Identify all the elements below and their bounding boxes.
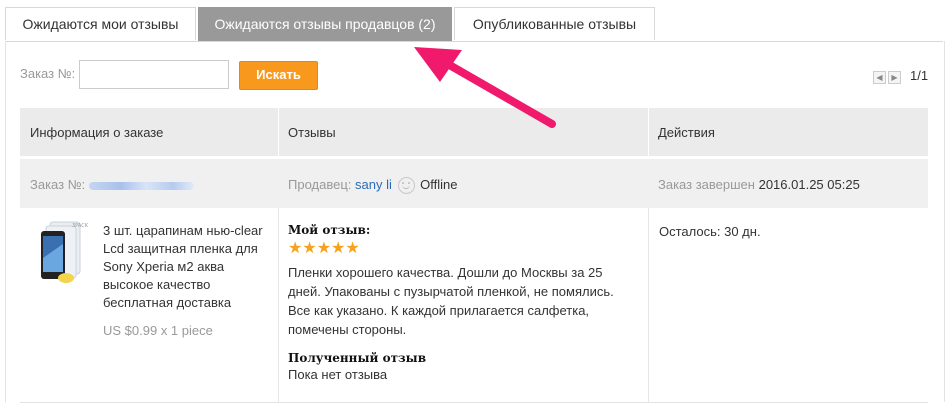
my-review-heading: Мой отзыв: — [288, 223, 371, 237]
seller-name-link[interactable]: sany li — [355, 177, 392, 192]
tab-published-reviews[interactable]: Опубликованные отзывы — [454, 7, 655, 40]
time-remaining: Осталось: 30 дн. — [659, 224, 761, 239]
my-review-text: Пленки хорошего качества. Дошли до Москв… — [288, 265, 614, 337]
order-status-label: Заказ завершен — [658, 177, 755, 192]
search-button[interactable]: Искать — [239, 61, 318, 90]
page-indicator: 1/1 — [910, 68, 929, 83]
order-number-label: Заказ №: — [20, 66, 76, 81]
product-thumbnail[interactable]: 3PACK — [36, 218, 88, 290]
order-status: Заказ завершен 2016.01.25 05:25 — [658, 177, 860, 192]
prev-page-icon[interactable]: ◀ — [873, 71, 886, 85]
product-price: US $0.99 x 1 piece — [103, 323, 213, 338]
order-number: Заказ №: — [30, 177, 194, 192]
next-page-icon[interactable]: ▶ — [888, 71, 901, 85]
order-number-redacted[interactable] — [88, 181, 194, 190]
chat-smiley-icon[interactable] — [397, 177, 415, 195]
header-divider — [278, 108, 279, 156]
order-number-input[interactable] — [79, 60, 229, 89]
review-block: Мой отзыв: ★★★★★ Пленки хорошего качеств… — [288, 223, 638, 384]
column-divider — [648, 208, 649, 402]
tab-my-pending-reviews[interactable]: Ожидаются мои отзывы — [5, 7, 196, 40]
seller-label: Продавец: — [288, 177, 352, 192]
tab-seller-pending-reviews[interactable]: Ожидаются отзывы продавцов (2) — [198, 7, 452, 41]
seller-info: Продавец: sany li Offline — [288, 177, 458, 195]
header-divider — [648, 108, 649, 156]
tab-bar: Ожидаются мои отзывы Ожидаются отзывы пр… — [5, 7, 943, 42]
received-review-text: Пока нет отзыва — [288, 367, 388, 382]
svg-text:3PACK: 3PACK — [72, 223, 88, 229]
column-divider — [278, 208, 279, 402]
received-review-heading: Полученный отзыв — [288, 351, 427, 365]
table-header: Информация о заказе Отзывы Действия — [20, 108, 928, 156]
rating-stars-icon: ★★★★★ — [288, 240, 360, 257]
product-title-link[interactable]: 3 шт. царапинам нью-clear Lcd защитная п… — [103, 222, 275, 312]
order-summary-row: Заказ №: Продавец: sany li Offline Заказ… — [20, 159, 928, 208]
order-number-label: Заказ №: — [30, 177, 86, 192]
table-row: 3PACK 3 шт. царапинам нью-clear Lcd защи… — [20, 208, 928, 403]
order-status-date: 2016.01.25 05:25 — [758, 177, 860, 192]
seller-status: Offline — [420, 177, 458, 192]
pagination: ◀ ▶ — [873, 69, 903, 85]
header-reviews: Отзывы — [288, 125, 336, 140]
header-order-info: Информация о заказе — [30, 125, 164, 140]
header-actions: Действия — [658, 125, 715, 140]
